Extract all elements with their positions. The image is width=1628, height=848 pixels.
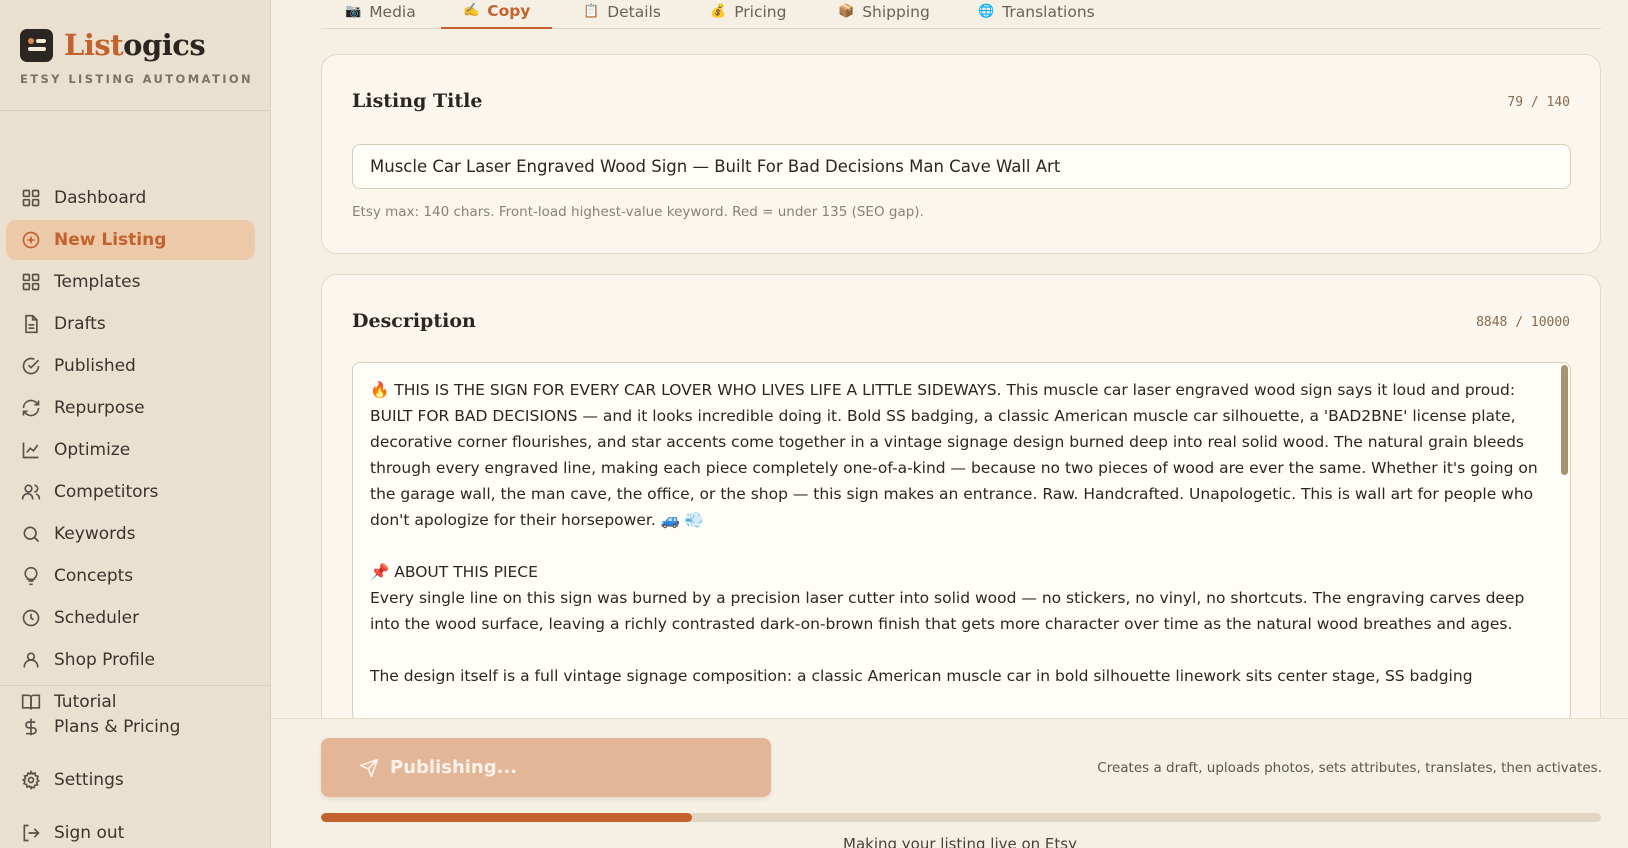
grid-icon <box>22 189 40 207</box>
tab-copy[interactable]: ✍️ Copy <box>441 0 553 29</box>
sidebar-item-dashboard[interactable]: Dashboard <box>6 178 255 218</box>
globe-icon: 🌐 <box>978 4 995 19</box>
money-bag-icon: 💰 <box>710 4 727 19</box>
sidebar-item-repurpose[interactable]: Repurpose <box>6 388 255 428</box>
publish-button[interactable]: Publishing... <box>321 738 771 797</box>
sidebar-item-drafts[interactable]: Drafts <box>6 304 255 344</box>
clipboard-icon: 📋 <box>583 4 600 19</box>
brand-subtitle: ETSY LISTING AUTOMATION <box>20 72 254 86</box>
scrollbar-thumb[interactable] <box>1561 365 1568 475</box>
grid-icon <box>22 273 40 291</box>
brand-name: Listogics <box>64 28 206 62</box>
tab-media[interactable]: 📷 Media <box>345 0 416 29</box>
sidebar-item-competitors[interactable]: Competitors <box>6 472 255 512</box>
camera-icon: 📷 <box>345 4 362 19</box>
logo-icon <box>20 28 53 62</box>
sidebar-item-label: Scheduler <box>54 608 140 628</box>
publish-progress-bar <box>321 813 1601 822</box>
publish-progress-fill <box>321 813 693 822</box>
tab-pricing[interactable]: 💰 Pricing <box>710 0 786 29</box>
sidebar-item-keywords[interactable]: Keywords <box>6 514 255 554</box>
sidebar-bottom-nav: Plans & Pricing Settings Sign out <box>6 707 255 848</box>
tab-shipping[interactable]: 📦 Shipping <box>838 0 930 29</box>
publish-button-label: Publishing... <box>390 757 518 778</box>
sidebar-item-label: Keywords <box>54 524 136 544</box>
description-char-counter: 8848 / 10000 <box>1476 315 1570 330</box>
sidebar-item-label: Plans & Pricing <box>54 717 181 737</box>
send-icon <box>359 758 379 777</box>
sidebar-item-label: Shop Profile <box>54 650 156 670</box>
sidebar-item-shop-profile[interactable]: Shop Profile <box>6 640 255 680</box>
users-icon <box>21 484 41 500</box>
sidebar-item-optimize[interactable]: Optimize <box>6 430 255 470</box>
gear-icon <box>21 770 40 790</box>
user-icon <box>23 652 39 668</box>
description-textarea[interactable]: 🔥 THIS IS THE SIGN FOR EVERY CAR LOVER W… <box>352 362 1571 722</box>
sidebar-item-label: Competitors <box>54 482 159 502</box>
search-icon <box>23 526 40 543</box>
title-char-counter: 79 / 140 <box>1507 95 1570 110</box>
sidebar-item-label: Optimize <box>54 440 131 460</box>
sidebar-item-label: Drafts <box>54 314 106 334</box>
clock-icon <box>22 609 40 627</box>
sidebar-item-label: New Listing <box>54 230 167 250</box>
sidebar-item-plans-pricing[interactable]: Plans & Pricing <box>6 707 255 747</box>
title-hint: Etsy max: 140 chars. Front-load highest-… <box>352 204 924 220</box>
listing-title-input[interactable] <box>352 144 1571 189</box>
brand[interactable]: Listogics ETSY LISTING AUTOMATION <box>20 28 253 86</box>
sidebar-divider <box>0 685 271 686</box>
tab-details[interactable]: 📋 Details <box>583 0 661 29</box>
package-icon: 📦 <box>838 4 855 19</box>
sidebar-item-label: Templates <box>54 272 141 292</box>
sidebar-divider <box>0 110 271 111</box>
publish-status-wrapper: Making your listing live on Etsy <box>0 835 1628 848</box>
card-title: Listing Title <box>352 90 483 112</box>
sidebar-item-label: Published <box>54 356 136 376</box>
sidebar-item-concepts[interactable]: Concepts <box>6 556 255 596</box>
tab-translations[interactable]: 🌐 Translations <box>978 0 1095 29</box>
publish-status-text: Making your listing live on Etsy <box>843 835 1077 848</box>
sidebar-item-published[interactable]: Published <box>6 346 255 386</box>
lightbulb-icon <box>24 566 38 586</box>
publish-note: Creates a draft, uploads photos, sets at… <box>1097 760 1602 776</box>
sidebar-item-scheduler[interactable]: Scheduler <box>6 598 255 638</box>
description-card: Description 8848 / 10000 🔥 THIS IS THE S… <box>321 274 1601 744</box>
sidebar-item-settings[interactable]: Settings <box>6 760 255 800</box>
sidebar-item-label: Concepts <box>54 566 134 586</box>
sidebar-item-label: Repurpose <box>54 398 145 418</box>
file-icon <box>25 314 38 334</box>
sidebar-item-label: Dashboard <box>54 188 147 208</box>
sidebar-nav: Dashboard New Listing Templates Drafts P… <box>6 178 255 724</box>
listing-tabs: 📷 Media ✍️ Copy 📋 Details 💰 Pricing 📦 Shippin… <box>321 0 1601 29</box>
check-circle-icon <box>22 357 40 375</box>
description-text: 🔥 THIS IS THE SIGN FOR EVERY CAR LOVER W… <box>370 381 1538 685</box>
writing-hand-icon: ✍️ <box>463 3 480 18</box>
sidebar: Listogics ETSY LISTING AUTOMATION Dashbo… <box>0 0 271 848</box>
refresh-icon <box>22 399 40 417</box>
listing-title-card: Listing Title 79 / 140 Etsy max: 140 cha… <box>321 54 1601 254</box>
chart-line-icon <box>22 442 39 459</box>
sidebar-item-templates[interactable]: Templates <box>6 262 255 302</box>
sidebar-item-new-listing[interactable]: New Listing <box>6 220 255 260</box>
card-title: Description <box>352 310 476 332</box>
sidebar-item-label: Settings <box>54 770 124 790</box>
plus-circle-icon <box>22 231 40 249</box>
dollar-icon <box>25 718 37 736</box>
